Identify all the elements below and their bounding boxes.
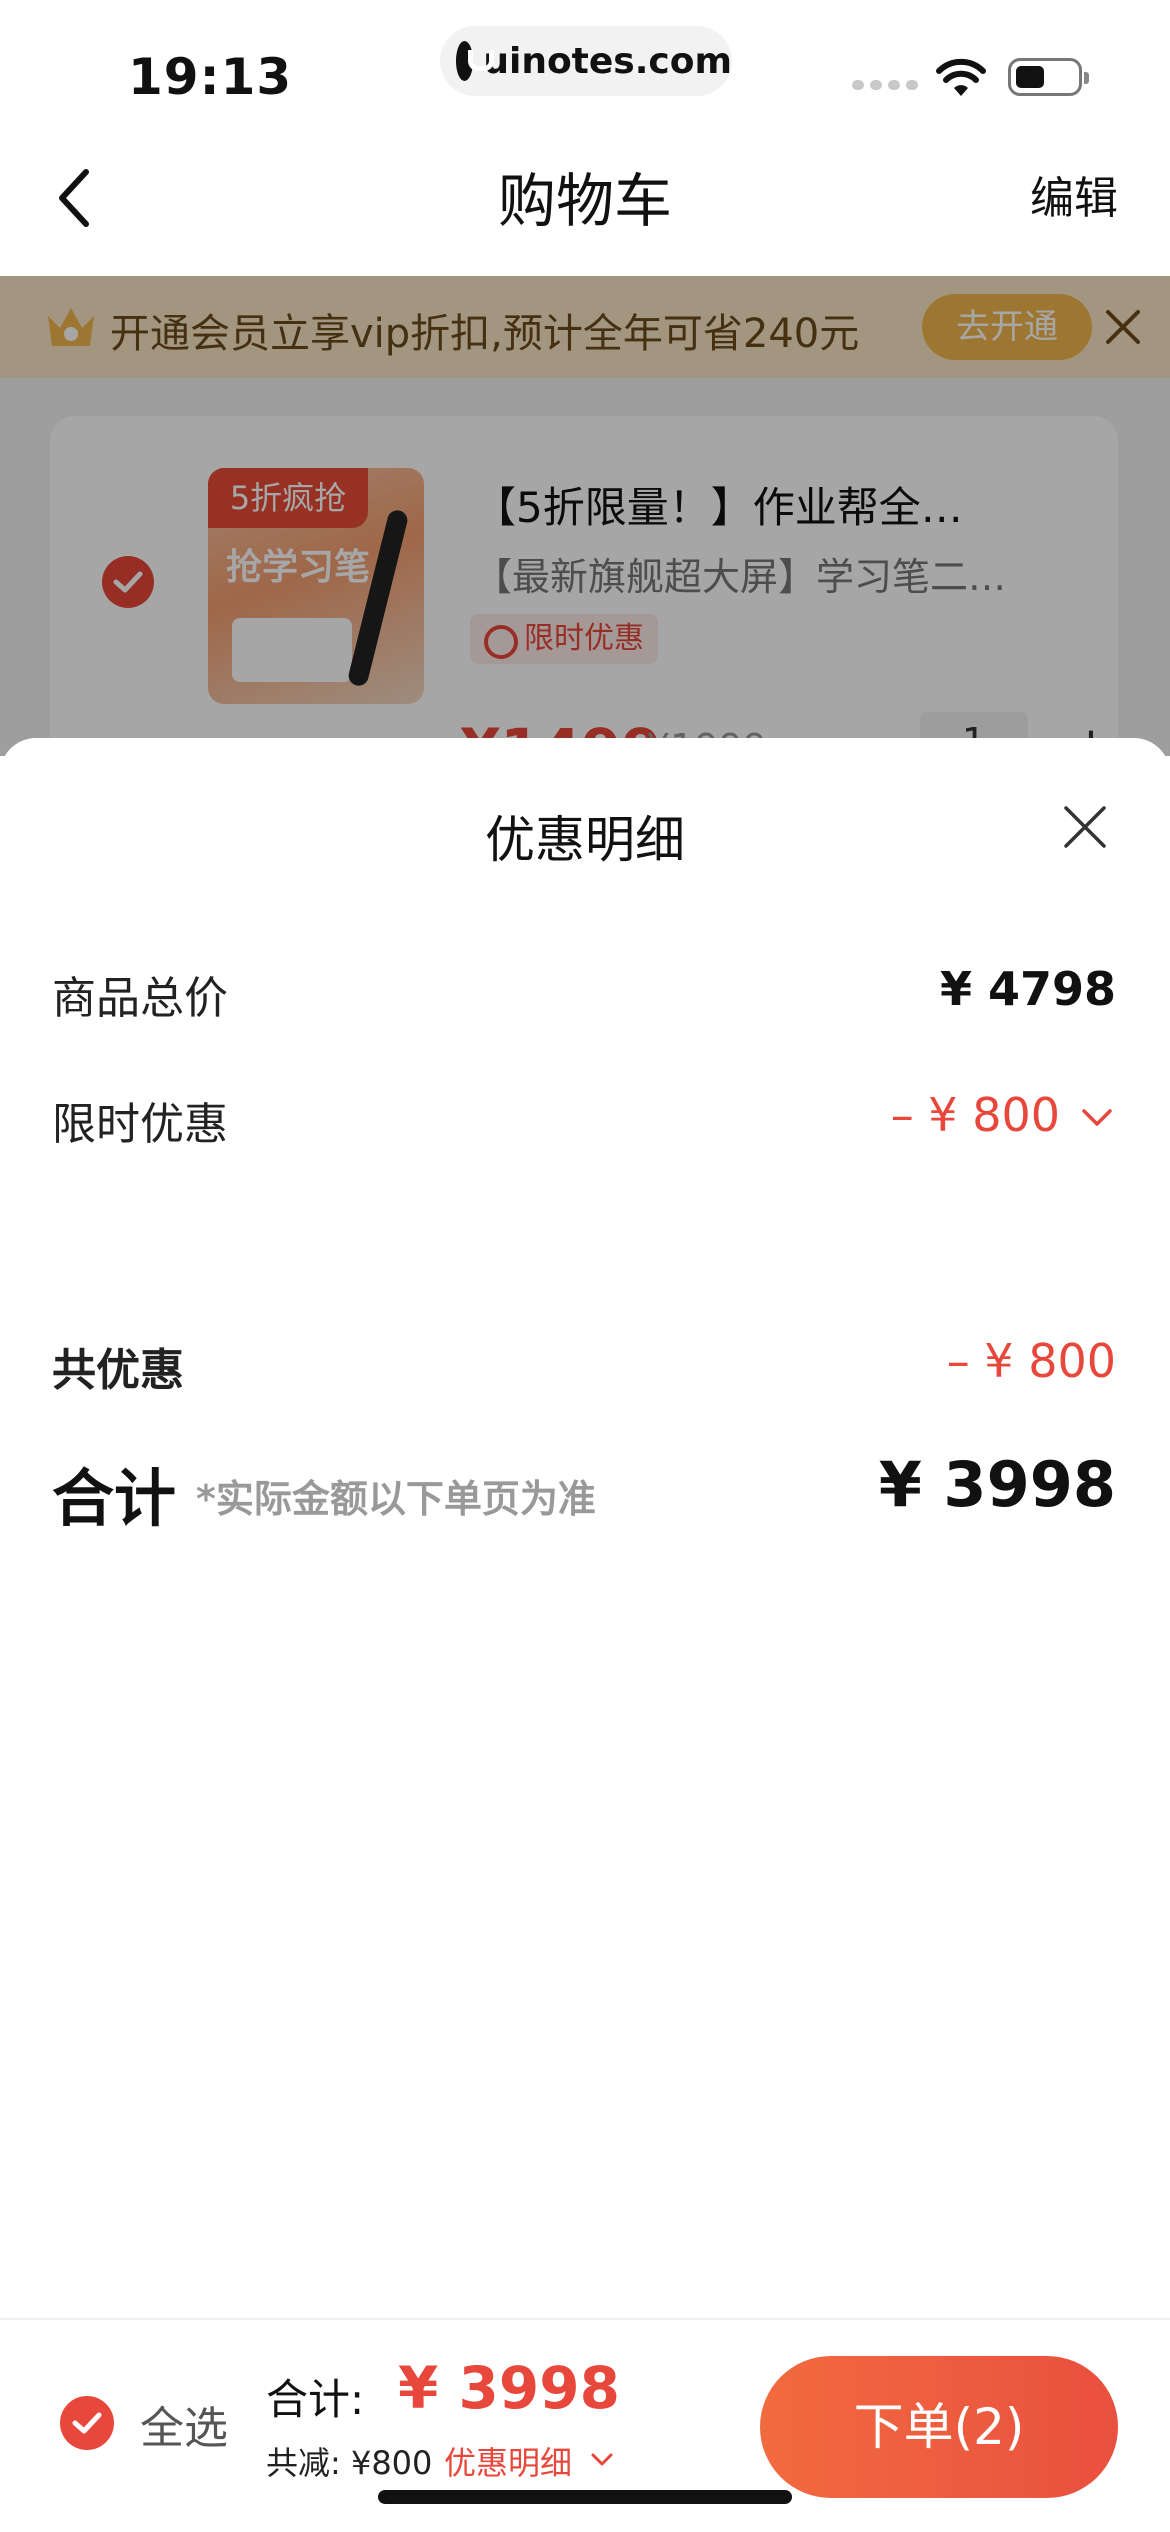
limited-discount-value[interactable]: – ¥ 800: [891, 1088, 1060, 1142]
bottom-total-value: ¥ 3998: [398, 2354, 620, 2422]
bottom-total-label: 合计:: [266, 2375, 365, 2424]
discount-detail-link[interactable]: 优惠明细: [444, 2438, 572, 2484]
status-time: 19:13: [128, 48, 293, 106]
grand-total-value: ¥ 3998: [878, 1448, 1116, 1521]
page-title: 购物车: [497, 167, 672, 235]
select-all-label[interactable]: 全选: [140, 2392, 228, 2456]
nav-bar: 购物车 编辑: [0, 140, 1170, 276]
url-text: uinotes.com: [483, 40, 732, 82]
check-icon: [72, 2412, 102, 2434]
signal-icon: [852, 80, 918, 90]
grand-total-label: 合计: [52, 1462, 177, 1535]
subtotal-label: 商品总价: [52, 973, 228, 1024]
total-discount-label: 共优惠: [52, 1345, 184, 1396]
wifi-icon: [936, 58, 986, 96]
limited-discount-label: 限时优惠: [52, 1099, 228, 1150]
discount-detail-sheet: 优惠明细 商品总价 ¥ 4798 限时优惠 – ¥ 800 共优惠 – ¥ 80…: [0, 738, 1170, 2318]
url-pill[interactable]: uinotes.com: [440, 26, 732, 96]
status-bar: 19:13 uinotes.com: [0, 0, 1170, 140]
place-order-button[interactable]: 下单(2): [760, 2356, 1118, 2498]
chevron-down-icon[interactable]: [1080, 1106, 1114, 1130]
close-icon[interactable]: [1062, 804, 1108, 850]
grand-total-note: *实际金额以下单页为准: [196, 1477, 596, 1521]
chevron-down-icon[interactable]: [590, 2452, 614, 2468]
subtotal-value: ¥ 4798: [939, 962, 1116, 1016]
total-discount-value: – ¥ 800: [946, 1334, 1116, 1388]
battery-icon: [1008, 58, 1089, 96]
site-logo-icon: [456, 41, 495, 81]
home-indicator[interactable]: [378, 2490, 792, 2504]
modal-overlay[interactable]: [0, 276, 1170, 756]
select-all-checkbox[interactable]: [60, 2396, 114, 2450]
edit-button[interactable]: 编辑: [1030, 162, 1118, 226]
reduce-amount: 共减: ¥800: [266, 2444, 433, 2482]
sheet-title: 优惠明细: [485, 811, 685, 869]
